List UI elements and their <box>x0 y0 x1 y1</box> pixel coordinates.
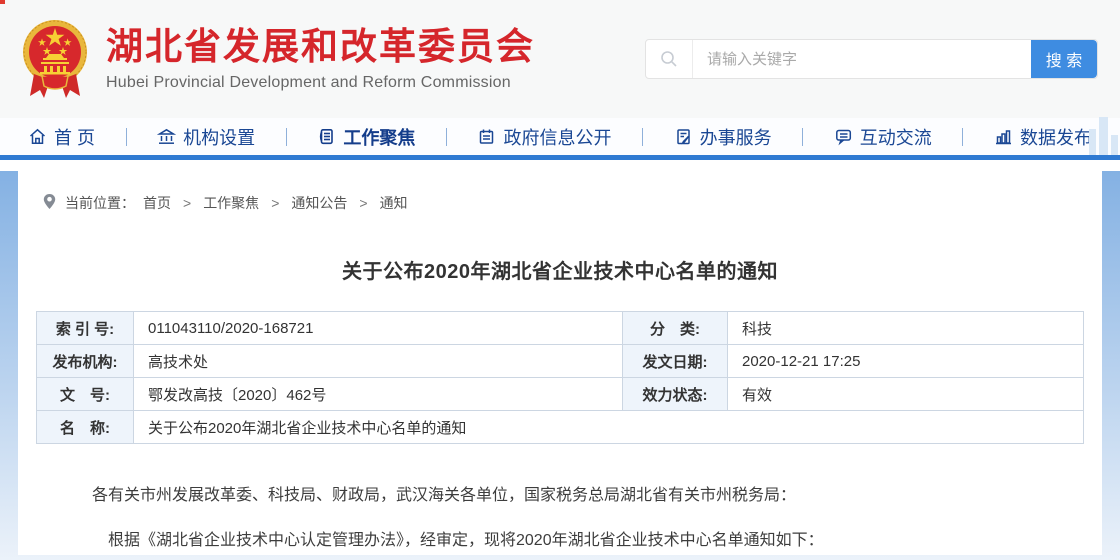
search-box: 搜 索 <box>645 39 1098 79</box>
breadcrumb-separator: > <box>359 195 367 211</box>
article-paragraph: 各有关市州发展改革委、科技局、财政局，武汉海关各单位，国家税务总局湖北省有关市州… <box>60 484 1060 508</box>
meta-label-title: 名 称: <box>37 411 134 444</box>
nav-divider <box>446 128 447 146</box>
document-icon <box>317 127 336 146</box>
breadcrumb-work-focus[interactable]: 工作聚焦 <box>203 193 259 213</box>
calendar-icon <box>477 127 496 146</box>
meta-label-validity: 效力状态: <box>623 378 728 411</box>
meta-label-category: 分 类: <box>623 312 728 345</box>
nav-item-institution[interactable]: 机构设置 <box>157 124 255 150</box>
nav-label: 工作聚焦 <box>343 124 415 150</box>
document-meta-table: 索 引 号: 011043110/2020-168721 分 类: 科技 发布机… <box>36 311 1084 444</box>
breadcrumb: 当前位置： 首页 > 工作聚焦 > 通知公告 > 通知 <box>36 193 1084 213</box>
nav-label: 首 页 <box>54 124 95 150</box>
meta-label-issuing-agency: 发布机构: <box>37 345 134 378</box>
meta-value-issuing-agency: 高技术处 <box>134 345 623 378</box>
meta-label-issue-date: 发文日期: <box>623 345 728 378</box>
national-emblem-icon <box>22 16 88 102</box>
location-pin-icon <box>42 193 57 213</box>
nav-item-data-release[interactable]: 数据发布 <box>994 124 1092 150</box>
meta-value-doc-number: 鄂发改高技〔2020〕462号 <box>134 378 623 411</box>
search-icon <box>646 40 693 78</box>
institution-icon <box>157 127 176 146</box>
meta-label-index-no: 索 引 号: <box>37 312 134 345</box>
home-icon <box>28 127 47 146</box>
article-paragraph: 根据《湖北省企业技术中心认定管理办法》，经审定，现将2020年湖北省企业技术中心… <box>60 529 1060 553</box>
site-title: 湖北省发展和改革委员会 <box>106 26 535 69</box>
nav-item-interaction[interactable]: 互动交流 <box>834 124 932 150</box>
site-header: 湖北省发展和改革委员会 Hubei Provincial Development… <box>0 0 1120 118</box>
site-subtitle: Hubei Provincial Development and Reform … <box>106 74 535 92</box>
bar-chart-icon <box>994 127 1013 146</box>
content-card: 当前位置： 首页 > 工作聚焦 > 通知公告 > 通知 关于公布2020年湖北省… <box>18 171 1102 555</box>
article-title: 关于公布2020年湖北省企业技术中心名单的通知 <box>36 255 1084 284</box>
search-button[interactable]: 搜 索 <box>1031 40 1097 78</box>
meta-value-title: 关于公布2020年湖北省企业技术中心名单的通知 <box>134 411 1084 444</box>
meta-value-index-no: 011043110/2020-168721 <box>134 312 623 345</box>
nav-item-services[interactable]: 办事服务 <box>674 124 772 150</box>
nav-label: 政府信息公开 <box>503 124 611 150</box>
breadcrumb-notice[interactable]: 通知 <box>380 193 408 213</box>
chat-icon <box>834 127 853 146</box>
breadcrumb-home[interactable]: 首页 <box>143 193 171 213</box>
nav-item-gov-info[interactable]: 政府信息公开 <box>477 124 611 150</box>
meta-value-category: 科技 <box>728 312 1084 345</box>
red-corner-mark <box>0 0 5 4</box>
nav-label: 互动交流 <box>860 124 932 150</box>
nav-item-work-focus[interactable]: 工作聚焦 <box>317 124 415 150</box>
skyline-decoration <box>1089 117 1118 155</box>
nav-divider <box>642 128 643 146</box>
page-background: 当前位置： 首页 > 工作聚焦 > 通知公告 > 通知 关于公布2020年湖北省… <box>0 171 1120 560</box>
breadcrumb-label: 当前位置： <box>65 193 135 213</box>
nav-divider <box>286 128 287 146</box>
meta-label-doc-number: 文 号: <box>37 378 134 411</box>
service-icon <box>674 127 693 146</box>
meta-value-validity: 有效 <box>728 378 1084 411</box>
site-logo[interactable]: 湖北省发展和改革委员会 Hubei Provincial Development… <box>22 16 535 102</box>
main-nav: 首 页 机构设置 工作聚焦 政府信息公开 <box>0 118 1120 160</box>
nav-label: 机构设置 <box>183 124 255 150</box>
meta-value-issue-date: 2020-12-21 17:25 <box>728 345 1084 378</box>
nav-divider <box>126 128 127 146</box>
nav-label: 数据发布 <box>1020 124 1092 150</box>
search-input[interactable] <box>693 40 1031 78</box>
nav-divider <box>962 128 963 146</box>
article-body: 各有关市州发展改革委、科技局、财政局，武汉海关各单位，国家税务总局湖北省有关市州… <box>36 484 1084 553</box>
breadcrumb-separator: > <box>183 195 191 211</box>
breadcrumb-notices[interactable]: 通知公告 <box>291 193 347 213</box>
nav-item-home[interactable]: 首 页 <box>28 124 95 150</box>
nav-divider <box>802 128 803 146</box>
breadcrumb-separator: > <box>271 195 279 211</box>
nav-label: 办事服务 <box>700 124 772 150</box>
